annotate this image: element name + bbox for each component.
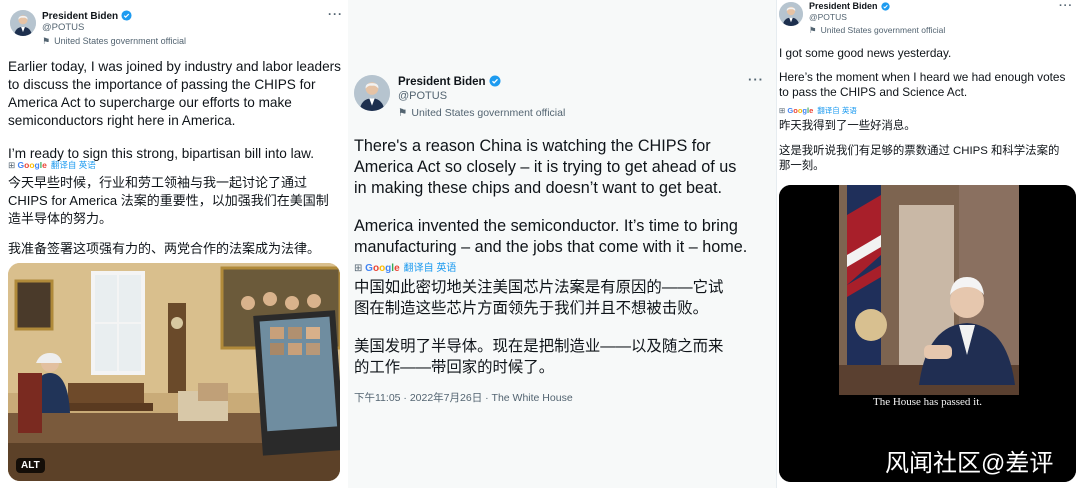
watermark: 风闻社区@差评 <box>885 450 1054 477</box>
tweet-timestamp[interactable]: 下午11:05 · 2022年7月26日 · The White House <box>354 390 573 405</box>
government-label: ⚑ United States government official <box>42 36 186 46</box>
video-frame <box>779 185 1076 482</box>
avatar[interactable] <box>354 75 390 111</box>
avatar[interactable] <box>10 10 36 36</box>
google-logo-icon: ⊞ Google <box>8 160 47 170</box>
translated-from-label[interactable]: ⊞ Google 翻译自 英语 <box>779 105 857 116</box>
more-options-icon[interactable]: ··· <box>1059 0 1073 12</box>
translation-text: 昨天我得到了一些好消息。 这是我听说我们有足够的票数通过 CHIPS 和科学法案… <box>779 120 1060 172</box>
tweet-panel-1: President Biden @POTUS ⚑ United States go… <box>0 0 348 488</box>
user-handle[interactable]: @POTUS <box>809 12 847 22</box>
avatar[interactable] <box>779 2 803 26</box>
verified-badge-icon <box>489 75 501 90</box>
google-logo-icon: ⊞ Google <box>354 263 400 274</box>
meeting-room-photo <box>8 263 340 481</box>
tweet-panel-3: President Biden @POTUS ⚑ United States go… <box>776 0 1080 488</box>
government-label: ⚑ United States government official <box>398 107 566 119</box>
verified-badge-icon <box>880 2 890 13</box>
tweet-video[interactable]: The House has passed it. <box>779 185 1076 482</box>
display-name[interactable]: President Biden <box>398 75 501 90</box>
tweet-panel-2: President Biden @POTUS ⚑ United States go… <box>348 0 776 488</box>
tweet-text: There's a reason China is watching the C… <box>354 137 748 256</box>
video-caption: The House has passed it. <box>872 396 983 408</box>
government-flag-icon: ⚑ <box>42 36 51 46</box>
verified-badge-icon <box>121 10 132 24</box>
government-label: ⚑ United States government official <box>809 25 946 35</box>
user-handle[interactable]: @POTUS <box>398 90 447 102</box>
translation-text: 中国如此密切地关注美国芯片法案是有原因的——它试 图在制造这些芯片方面领先于我们… <box>354 279 724 376</box>
government-flag-icon: ⚑ <box>809 25 817 35</box>
tweet-text: Earlier today, I was joined by industry … <box>8 59 341 161</box>
alt-text-badge[interactable]: ALT <box>16 458 45 473</box>
more-options-icon[interactable]: ··· <box>328 7 343 21</box>
tweet-text: I got some good news yesterday. Here’s t… <box>779 46 1066 99</box>
user-handle[interactable]: @POTUS <box>42 22 84 33</box>
google-logo-icon: ⊞ Google <box>779 106 814 115</box>
translated-from-label[interactable]: ⊞ Google 翻译自 英语 <box>8 159 96 171</box>
more-options-icon[interactable]: ··· <box>748 72 764 87</box>
translation-text: 今天早些时候，行业和劳工领袖与我一起讨论了通过 CHIPS for Americ… <box>8 175 329 256</box>
translated-from-label[interactable]: ⊞ Google 翻译自 英语 <box>354 259 456 274</box>
tweet-photo[interactable]: ALT <box>8 263 340 481</box>
government-flag-icon: ⚑ <box>398 107 408 119</box>
